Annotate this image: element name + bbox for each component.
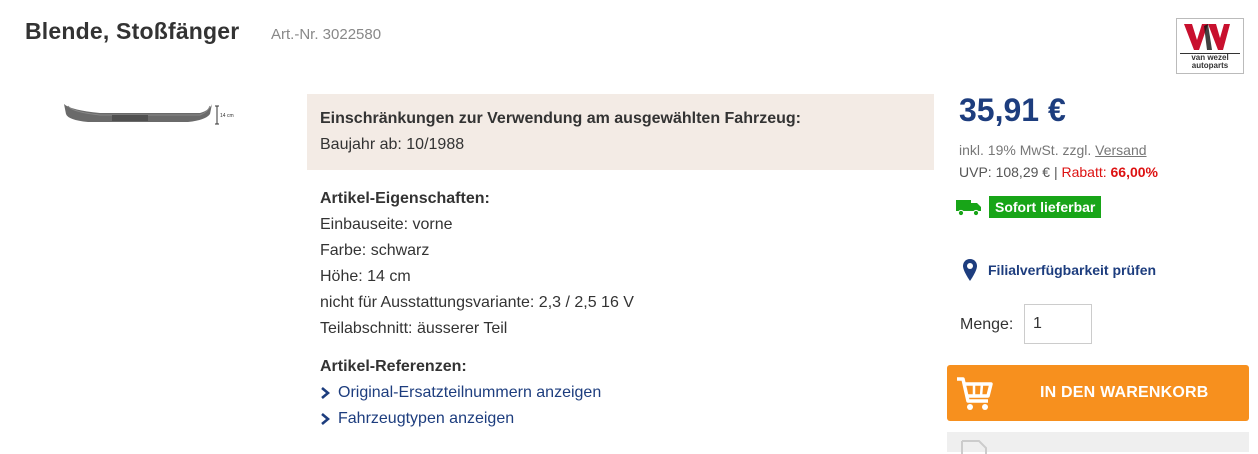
article-references: Artikel-Referenzen: Original-Ersatzteiln… [320, 354, 601, 432]
property-item: nicht für Ausstattungsvariante: 2,3 / 2,… [320, 294, 634, 311]
discount-label: Rabatt: [1061, 164, 1107, 180]
dimension-label: 14 cm [220, 113, 234, 119]
property-item: Einbauseite: vorne [320, 216, 453, 233]
availability: Sofort lieferbar [955, 196, 1102, 218]
availability-badge: Sofort lieferbar [989, 196, 1102, 218]
add-to-cart-label: IN DEN WARENKORB [1040, 384, 1209, 401]
tax-info: inkl. 19% MwSt. zzgl. Versand [959, 142, 1147, 158]
discount-value: 66,00% [1110, 164, 1158, 180]
branch-availability-label: Filialverfügbarkeit prüfen [988, 262, 1157, 278]
product-image[interactable]: 14 cm [60, 98, 240, 132]
vehicle-types-link[interactable]: Fahrzeugtypen anzeigen [320, 406, 601, 432]
quantity-input[interactable] [1024, 304, 1092, 344]
separator: | [1053, 164, 1058, 180]
price: 35,91 € [959, 92, 1066, 128]
tax-text: inkl. 19% MwSt. zzgl. [959, 142, 1092, 158]
property-item: Höhe: 14 cm [320, 268, 411, 285]
oe-numbers-link-label: Original-Ersatzteilnummern anzeigen [338, 384, 602, 401]
references-heading: Artikel-Referenzen: [320, 358, 467, 375]
chevron-right-icon [321, 387, 330, 399]
properties-heading: Artikel-Eigenschaften: [320, 190, 490, 207]
shipping-link[interactable]: Versand [1095, 142, 1146, 158]
uvp-price: UVP: 108,29 € [959, 164, 1051, 180]
brand-logo: van wezel autoparts [1176, 18, 1244, 74]
article-properties: Artikel-Eigenschaften: Einbauseite: vorn… [320, 186, 634, 342]
chevron-right-icon [321, 413, 330, 425]
restrictions-heading: Einschränkungen zur Verwendung am ausgew… [320, 110, 801, 127]
logo-text: van wezel autoparts [1180, 53, 1240, 70]
restrictions-box: Einschränkungen zur Verwendung am ausgew… [307, 94, 934, 170]
article-number: Art.-Nr. 3022580 [271, 26, 382, 43]
property-item: Teilabschnitt: äusserer Teil [320, 320, 508, 337]
quantity-label: Menge: [960, 316, 1014, 333]
uvp-info: UVP: 108,29 € | Rabatt: 66,00% [959, 164, 1158, 180]
branch-availability-link[interactable]: Filialverfügbarkeit prüfen [962, 258, 1156, 282]
delivery-truck-icon [956, 200, 981, 217]
restrictions-value: Baujahr ab: 10/1988 [320, 136, 465, 153]
vw-logo-icon [1184, 24, 1230, 50]
secondary-action-button[interactable] [947, 432, 1249, 454]
property-item: Farbe: schwarz [320, 242, 430, 259]
product-title: Blende, Stoßfänger [25, 18, 240, 44]
vehicle-types-link-label: Fahrzeugtypen anzeigen [338, 410, 515, 427]
oe-numbers-link[interactable]: Original-Ersatzteilnummern anzeigen [320, 380, 601, 406]
location-pin-icon [963, 259, 977, 281]
shopping-cart-icon [957, 377, 993, 410]
add-to-cart-button[interactable]: IN DEN WARENKORB [947, 365, 1249, 421]
